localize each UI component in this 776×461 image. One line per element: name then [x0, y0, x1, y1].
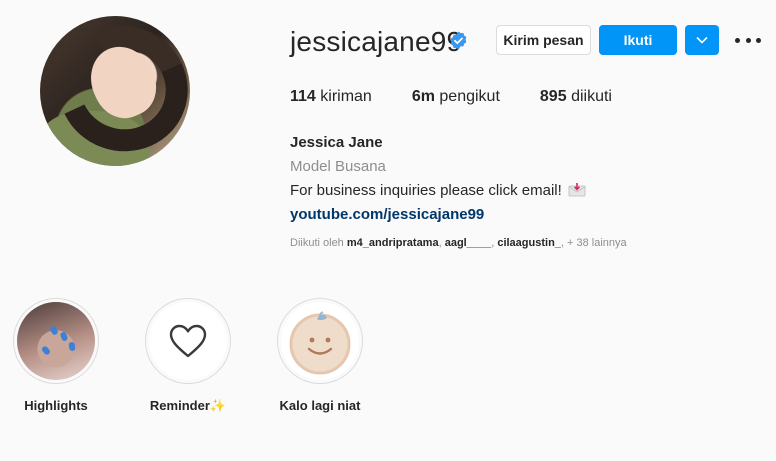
- profile-stats: 114 kiriman 6m pengikut 895 diikuti: [290, 88, 652, 106]
- profile-page: jessicajane99 Kirim pesan Ikuti 114 kiri…: [0, 0, 776, 461]
- story-highlight[interactable]: Reminder✨: [143, 298, 233, 414]
- suggestions-dropdown-button[interactable]: [685, 25, 719, 55]
- highlight-label: Highlights: [24, 398, 88, 413]
- following-count-label: diikuti: [571, 88, 612, 105]
- highlight-ring: [13, 298, 99, 384]
- profile-avatar[interactable]: [40, 16, 190, 166]
- bio-description: For business inquiries please click emai…: [290, 179, 586, 203]
- full-name: Jessica Jane: [290, 134, 383, 151]
- smiley-cookie-icon: [289, 311, 351, 375]
- posts-count: 114 kiriman: [290, 88, 372, 106]
- highlight-cover: [17, 302, 95, 380]
- heart-outline-icon: [169, 324, 207, 358]
- story-highlight[interactable]: Kalo lagi niat: [275, 298, 365, 413]
- nails-photo: [17, 302, 95, 380]
- follower-name: m4_andripratama: [346, 237, 439, 249]
- followed-by-text[interactable]: Diikuti oleh m4_andripratama, aagl____, …: [290, 237, 627, 249]
- highlight-ring: [277, 298, 363, 384]
- story-highlight[interactable]: Highlights: [11, 298, 101, 413]
- incoming-envelope-icon: [568, 183, 586, 197]
- external-link[interactable]: youtube.com/jessicajane99: [290, 203, 586, 227]
- highlight-cover: [149, 302, 227, 380]
- profile-username: jessicajane99: [290, 26, 463, 57]
- chevron-down-icon: [696, 36, 708, 44]
- verified-badge-icon: [450, 31, 467, 50]
- followers-count-label: pengikut: [439, 88, 500, 105]
- profile-bio: Jessica Jane Model Busana For business i…: [290, 131, 586, 227]
- highlight-label: Kalo lagi niat: [279, 398, 361, 413]
- highlight-cover: [281, 302, 359, 380]
- followers-count-value: 6m: [411, 88, 435, 105]
- followers-count[interactable]: 6m pengikut: [412, 88, 500, 106]
- posts-count-value: 114: [290, 88, 316, 105]
- follow-button[interactable]: Ikuti: [599, 25, 677, 55]
- profile-category: Model Busana: [290, 158, 386, 175]
- more-options-icon[interactable]: [735, 30, 761, 50]
- highlight-label: Reminder✨: [149, 398, 227, 413]
- posts-count-label: kiriman: [320, 88, 372, 105]
- followed-by-more: + 38 lainnya: [567, 237, 627, 249]
- followed-by-prefix: Diikuti oleh: [290, 237, 344, 249]
- following-count[interactable]: 895 diikuti: [540, 88, 612, 106]
- following-count-value: 895: [539, 88, 567, 105]
- highlight-ring: [145, 298, 231, 384]
- bio-description-text: For business inquiries please click emai…: [290, 182, 562, 199]
- follower-name: aagl____: [444, 237, 492, 249]
- follower-name: cilaagustin_: [497, 237, 561, 249]
- message-button[interactable]: Kirim pesan: [496, 25, 591, 55]
